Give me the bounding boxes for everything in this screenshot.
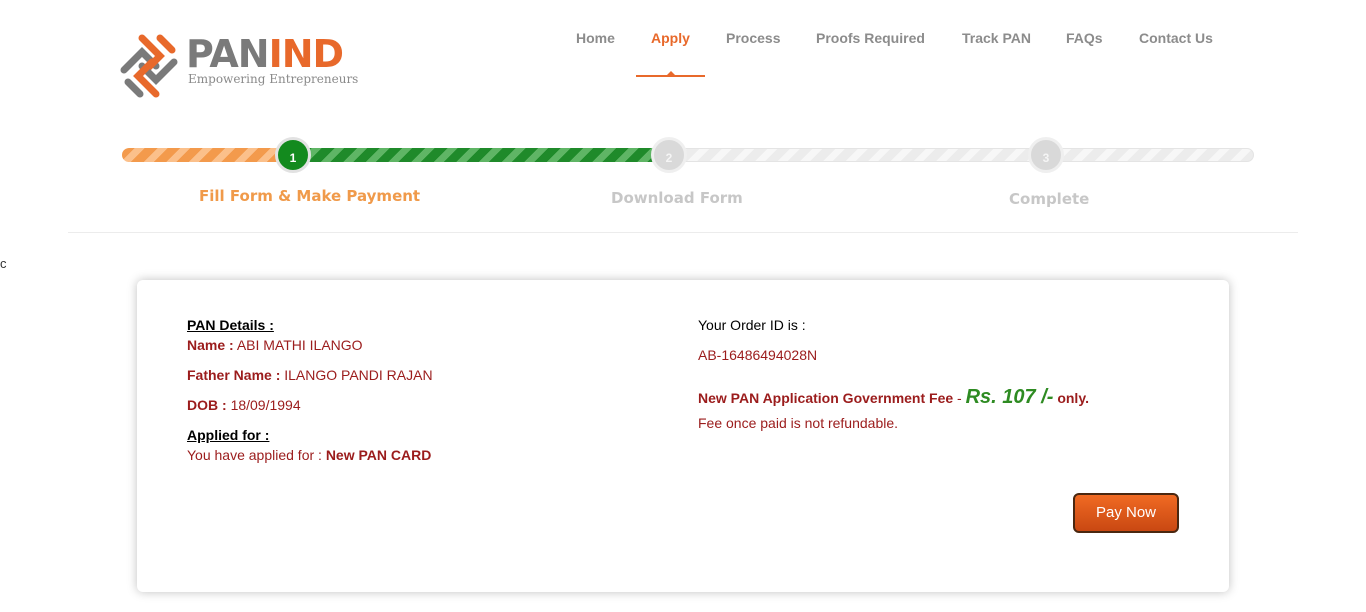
father-name-value: ILANGO PANDI RAJAN	[284, 367, 433, 383]
order-id-value: AB-16486494028N	[698, 347, 818, 363]
brand-tagline: Empowering Entrepreneurs	[188, 72, 359, 86]
nav-active-indicator	[636, 71, 705, 77]
order-id-label: Your Order ID is :	[698, 317, 806, 333]
progress-track-pending	[660, 148, 1254, 162]
pan-details-heading: PAN Details :	[187, 317, 274, 333]
fee-row: New PAN Application Government Fee - Rs.…	[698, 386, 1089, 409]
dob-label: DOB :	[187, 397, 227, 413]
application-summary-card: PAN Details : Name : ABI MATHI ILANGO Fa…	[137, 280, 1229, 592]
nav-contact-us[interactable]: Contact Us	[1139, 28, 1213, 78]
brand-name-part2: IND	[268, 32, 344, 76]
fee-suffix: only.	[1053, 390, 1089, 406]
fee-separator: -	[953, 390, 966, 406]
nav-process[interactable]: Process	[726, 28, 780, 78]
step-1-label: Fill Form & Make Payment	[199, 187, 421, 205]
step-3-circle: 3	[1028, 137, 1064, 173]
dob-value: 18/09/1994	[230, 397, 301, 413]
applied-for-row: You have applied for : New PAN CARD	[187, 447, 431, 463]
dob-row: DOB : 18/09/1994	[187, 397, 301, 413]
applied-for-value: New PAN CARD	[325, 447, 432, 463]
site-logo[interactable]: PANIND Empowering Entrepreneurs	[116, 30, 359, 102]
father-name-row: Father Name : ILANGO PANDI RAJAN	[187, 367, 433, 383]
step-2-circle: 2	[651, 137, 687, 173]
logo-knot-icon	[120, 34, 178, 98]
stray-text: c	[0, 256, 7, 271]
father-name-label: Father Name :	[187, 367, 281, 383]
name-row: Name : ABI MATHI ILANGO	[187, 337, 363, 353]
name-value: ABI MATHI ILANGO	[236, 337, 363, 353]
step-2-label: Download Form	[611, 189, 743, 207]
name-label: Name :	[187, 337, 234, 353]
applied-for-heading: Applied for :	[187, 427, 270, 443]
nav-proofs-required[interactable]: Proofs Required	[816, 28, 925, 78]
nav-track-pan[interactable]: Track PAN	[962, 28, 1031, 78]
fee-label: New PAN Application Government Fee	[698, 390, 954, 406]
applied-for-text: You have applied for :	[187, 447, 322, 463]
step-3-label: Complete	[1009, 190, 1090, 208]
nav-home[interactable]: Home	[576, 28, 615, 78]
brand-name-part1: PAN	[186, 32, 270, 76]
nav-faqs[interactable]: FAQs	[1066, 28, 1103, 78]
brand-name: PANIND	[186, 32, 344, 76]
header-divider	[68, 232, 1298, 233]
refund-note: Fee once paid is not refundable.	[698, 415, 899, 431]
fee-amount: Rs. 107 /-	[965, 386, 1054, 408]
step-1-circle: 1	[275, 137, 311, 173]
pay-now-button[interactable]: Pay Now	[1073, 493, 1179, 533]
progress-track-complete	[290, 148, 660, 162]
